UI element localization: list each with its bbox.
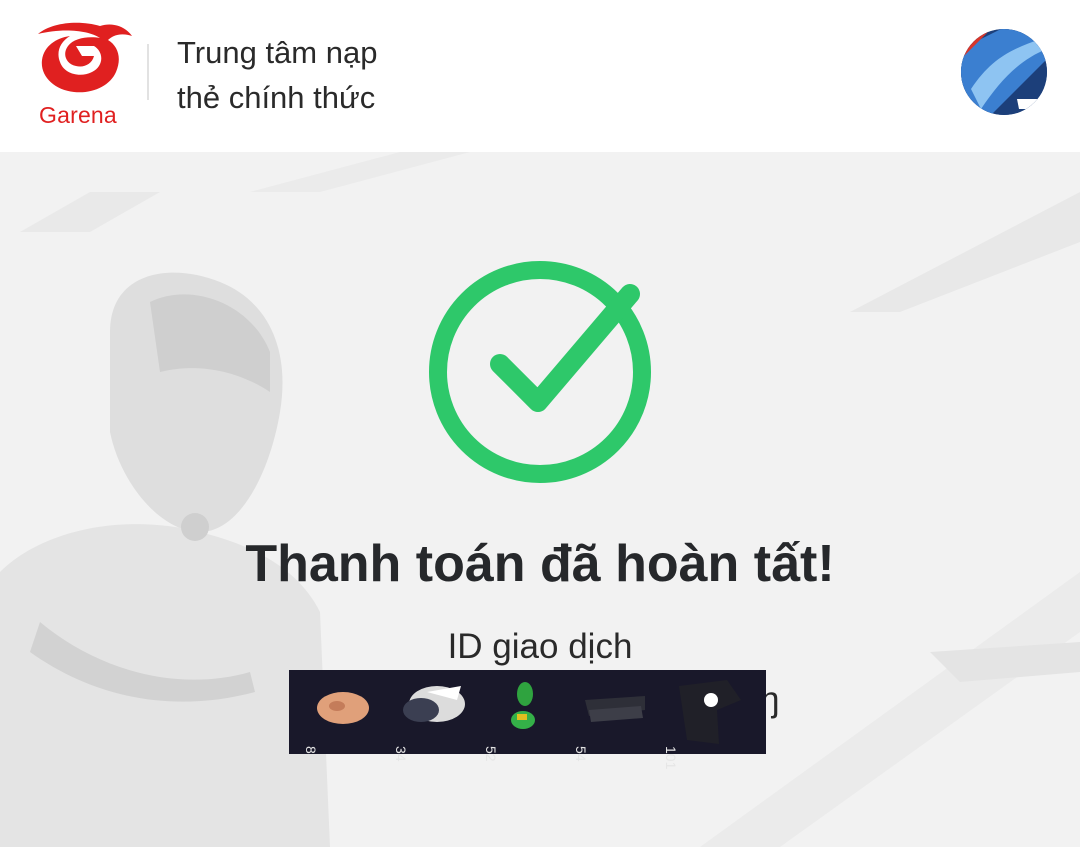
inventory-slot[interactable]: 34 bbox=[387, 670, 467, 762]
game-artwork-icon bbox=[961, 29, 1047, 115]
item-count: 34 bbox=[393, 746, 409, 762]
inventory-overlay: 8 34 52 54 101 bbox=[289, 670, 766, 769]
item-count: 8 bbox=[303, 746, 319, 754]
pants-icon bbox=[585, 696, 645, 722]
inventory-slot[interactable]: 52 bbox=[477, 670, 557, 762]
jacket-icon bbox=[679, 680, 741, 744]
inventory-slot[interactable]: 54 bbox=[567, 670, 647, 762]
garena-logo[interactable]: Garena bbox=[30, 20, 135, 130]
page-title: Trung tâm nạp thẻ chính thức bbox=[177, 30, 437, 120]
item-count: 101 bbox=[663, 746, 679, 770]
payment-complete-heading: Thanh toán đã hoàn tất! bbox=[245, 535, 835, 593]
game-avatar[interactable] bbox=[961, 29, 1047, 115]
success-check-icon bbox=[429, 261, 651, 483]
title-line-1: Trung tâm nạp bbox=[177, 35, 378, 70]
header-divider bbox=[147, 44, 149, 100]
item-count: 54 bbox=[573, 746, 589, 762]
top-header: Garena Trung tâm nạp thẻ chính thức bbox=[0, 0, 1080, 152]
green-shoes-icon bbox=[511, 682, 535, 729]
transaction-id-label: ID giao dịch bbox=[447, 627, 633, 666]
head-icon bbox=[317, 692, 369, 724]
title-line-2: thẻ chính thức bbox=[177, 80, 376, 115]
item-count: 52 bbox=[483, 746, 499, 762]
inventory-slot[interactable]: 8 bbox=[297, 670, 377, 754]
main-content: Thanh toán đã hoàn tất! ID giao dịch ŋ 8… bbox=[0, 152, 1080, 847]
garena-flame-icon bbox=[38, 22, 132, 93]
masked-head-icon bbox=[403, 686, 465, 722]
garena-wordmark: Garena bbox=[39, 102, 117, 128]
inventory-slot[interactable]: 101 bbox=[657, 670, 741, 769]
